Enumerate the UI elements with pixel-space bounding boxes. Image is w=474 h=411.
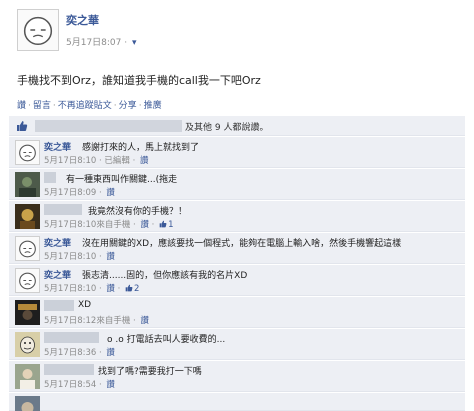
post-author-name[interactable]: 奕之華 [66,12,99,28]
commenter-avatar[interactable] [15,364,40,389]
comment-like-count[interactable]: 1 [168,220,173,230]
comment-like-link[interactable]: 讚 [106,348,115,358]
comment-item: o .o 打電話去叫人要收費的... 5月17日8:36 · 讚 [9,329,465,360]
comment-item: 有一種東西叫作關鍵...(拖走 5月17日8:09 · 讚 [9,169,465,200]
post-timestamp[interactable]: 5月17日8:07 · [66,38,130,48]
redacted-commenter-name [44,332,99,343]
comment-source[interactable]: 來自手機 [96,220,130,230]
comment-time[interactable]: 5月17日8:36 [44,348,96,358]
redacted-commenter-name [44,364,94,375]
separator: · [52,101,56,111]
post-actions: 讚 · 留言 · 不再追蹤貼文 · 分享 · 推廣 [17,98,162,111]
commenter-avatar[interactable] [15,204,40,229]
separator: · [138,101,142,111]
facebook-post: 奕之華 5月17日8:07 · ▾ 手機找不到Orz，誰知道我手機的call我一… [0,0,474,411]
comment-time[interactable]: 5月17日8:54 [44,380,96,390]
comment-meta: 5月17日8:09 · 讚 [44,188,115,198]
commenter-avatar[interactable] [15,300,40,325]
comment-like-link[interactable]: 讚 [140,316,149,326]
comment-item: XD 5月17日8:12來自手機 · 讚 [9,297,465,328]
commenter-name[interactable]: 奕之華 [44,140,71,153]
audience-chevron-icon[interactable]: ▾ [132,38,137,48]
comment-item: 我竟然沒有你的手機？！ 5月17日8:10來自手機 · 讚 · 1 [9,201,465,232]
commenter-avatar[interactable] [15,140,40,165]
comment-time[interactable]: 5月17日8:09 [44,188,96,198]
comment-item: 奕之華 沒在用關鍵的XD，應該要找一個程式，能夠在電腦上輸入啥，然後手機響起這樣… [9,233,465,264]
comment-like-link[interactable]: 讚 [106,284,115,294]
comment-text: 找到了嗎?需要我打一下嗎 [98,367,202,377]
redacted-liker-names [35,120,182,132]
separator: · [113,101,117,111]
comment-text: o .o 打電話去叫人要收費的... [107,335,226,345]
comment-like-link[interactable]: 讚 [106,380,115,390]
comment-edited[interactable]: 已編輯 [104,156,130,166]
likes-summary[interactable]: 及其他 9 人都說讚。 [185,120,268,133]
comment-meta: 5月17日8:10 · 已編輯 · 讚 [44,156,149,166]
comment-item: 奕之華 張志清......固的，但你應該有我的名片XD 5月17日8:10 · … [9,265,465,296]
comment-meta: 5月17日8:10來自手機 · 讚 · 1 [44,220,174,230]
comment-text: 感謝打來的人，馬上就找到了 [82,143,200,153]
likes-summary-text[interactable]: 及其他 9 人都說讚。 [185,123,268,133]
comment-like-link[interactable]: 讚 [140,220,149,230]
comment-text: 我竟然沒有你的手機？！ [88,207,188,217]
comment-link[interactable]: 留言 [33,101,51,111]
comment-like-link[interactable]: 讚 [106,252,115,262]
comment-like-link[interactable]: 讚 [140,156,149,166]
thumbs-up-icon [17,121,28,131]
comment-time[interactable]: 5月17日8:10 [44,284,96,294]
author-avatar[interactable] [17,9,59,51]
comment-text: 沒在用關鍵的XD，應該要找一個程式，能夠在電腦上輸入啥，然後手機響起這樣 [82,239,402,249]
commenter-avatar[interactable] [15,396,40,411]
redacted-commenter-name [44,172,56,183]
comment-meta: 5月17日8:54 · 讚 [44,380,115,390]
comment-meta: 5月17日8:10 · 讚 [44,252,115,262]
redacted-commenter-name [44,204,82,215]
thumbs-up-icon [159,220,167,228]
share-link[interactable]: 分享 [119,101,137,111]
post-meta: 5月17日8:07 · ▾ [66,35,137,48]
commenter-avatar[interactable] [15,236,40,261]
comment-text: XD [78,300,92,310]
commenter-name[interactable]: 奕之華 [44,236,71,249]
like-link[interactable]: 讚 [17,101,26,111]
comment-text: 張志清......固的，但你應該有我的名片XD [82,271,248,281]
unfollow-post-link[interactable]: 不再追蹤貼文 [58,101,112,111]
promote-link[interactable]: 推廣 [144,101,162,111]
comment-meta: 5月17日8:10 · 讚 · 2 [44,284,140,294]
commenter-name[interactable]: 奕之華 [44,268,71,281]
comment-source[interactable]: 來自手機 [96,316,130,326]
commenter-avatar[interactable] [15,332,40,357]
commenter-avatar[interactable] [15,268,40,293]
comment-time[interactable]: 5月17日8:10 [44,220,96,230]
likes-bar: 及其他 9 人都說讚。 [9,116,465,136]
separator: · [28,101,31,111]
comment-meta: 5月17日8:36 · 讚 [44,348,115,358]
comment-item [9,393,465,411]
comment-like-count[interactable]: 2 [134,284,139,294]
comment-time[interactable]: 5月17日8:12 [44,316,96,326]
post-text: 手機找不到Orz，誰知道我手機的call我一下吧Orz [17,74,261,87]
commenter-avatar[interactable] [15,172,40,197]
comment-like-link[interactable]: 讚 [106,188,115,198]
comment-time[interactable]: 5月17日8:10 [44,252,96,262]
thumbs-up-icon [125,284,133,292]
comment-item: 找到了嗎?需要我打一下嗎 5月17日8:54 · 讚 [9,361,465,392]
redacted-commenter-name [44,300,74,311]
comment-text: 有一種東西叫作關鍵...(拖走 [66,175,178,185]
comment-time[interactable]: 5月17日8:10 [44,156,96,166]
comment-item: 奕之華 感謝打來的人，馬上就找到了 5月17日8:10 · 已編輯 · 讚 [9,137,465,168]
comment-meta: 5月17日8:12來自手機 · 讚 [44,316,149,326]
